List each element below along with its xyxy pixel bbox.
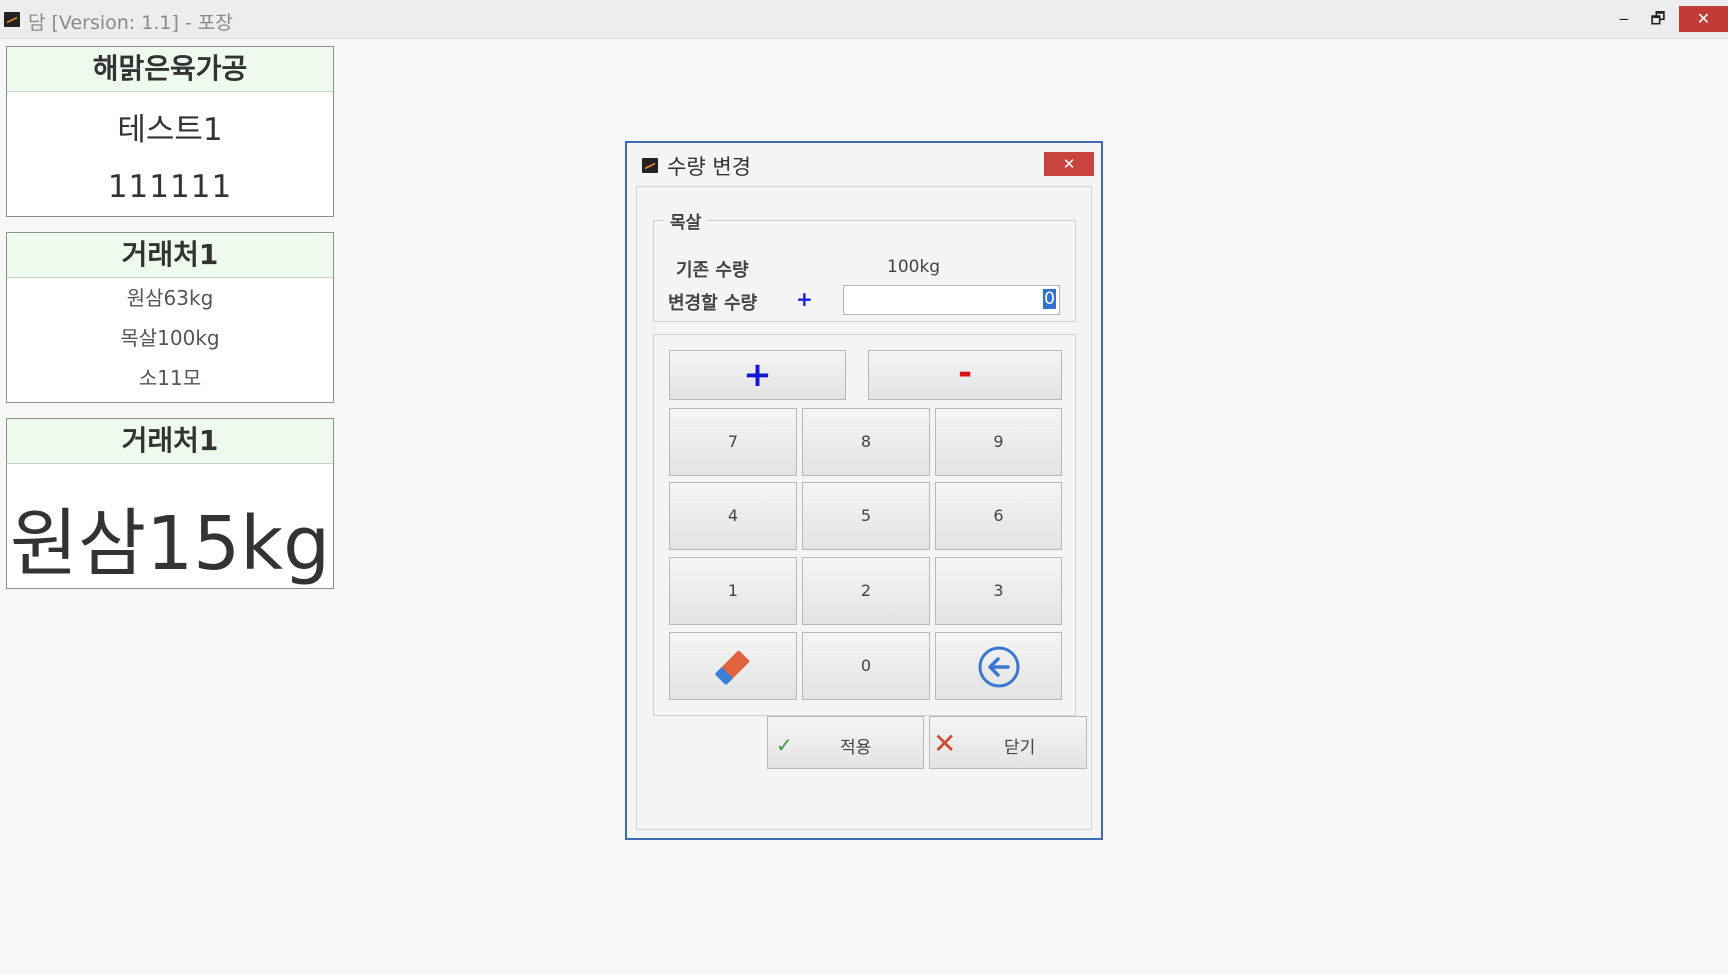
quantity-group: 목살 기존 수량 100kg 변경할 수량 + 0	[653, 208, 1076, 322]
group-label: 목살	[664, 208, 708, 233]
key-4[interactable]: 4	[669, 482, 797, 550]
restore-button[interactable]: 🗗	[1641, 6, 1675, 32]
minimize-button[interactable]: ‒	[1607, 6, 1641, 32]
backspace-button[interactable]	[935, 632, 1062, 700]
dialog-title: 수량 변경	[667, 155, 751, 179]
list-item: 소11모	[138, 366, 202, 390]
change-qty-label: 변경할 수량	[668, 293, 758, 314]
eraser-icon	[715, 650, 750, 685]
key-7[interactable]: 7	[669, 408, 797, 476]
qty-input-value: 0	[1042, 288, 1057, 310]
app-icon	[4, 12, 20, 27]
x-icon: ✕	[933, 727, 957, 760]
company-header: 해맑은육가공	[7, 47, 333, 92]
dialog-app-icon	[642, 158, 658, 173]
list-item: 원삼63kg	[126, 286, 214, 310]
dialog-body: 목살 기존 수량 100kg 변경할 수량 + 0 + - 7 8 9 4 5 …	[636, 186, 1092, 830]
keypad: + - 7 8 9 4 5 6 1 2 3 0	[653, 334, 1076, 716]
key-5[interactable]: 5	[802, 482, 930, 550]
apply-button[interactable]: ✓ 적용	[767, 716, 924, 769]
dialog-close-button[interactable]: ✕	[1044, 152, 1094, 176]
key-0[interactable]: 0	[802, 632, 930, 700]
existing-qty-label: 기존 수량	[676, 260, 749, 281]
client-list-panel: 거래처1 원삼63kg 목살100kg 소11모	[6, 232, 334, 403]
window-title: 담 [Version: 1.1] - 포장	[28, 12, 233, 34]
key-6[interactable]: 6	[935, 482, 1062, 550]
current-item-display: 원삼15kg	[9, 501, 331, 587]
key-8[interactable]: 8	[802, 408, 930, 476]
existing-qty-value: 100kg	[887, 257, 941, 277]
key-3[interactable]: 3	[935, 557, 1062, 625]
key-1[interactable]: 1	[669, 557, 797, 625]
current-client-panel: 거래처1 원삼15kg	[6, 418, 334, 589]
company-panel: 해맑은육가공 테스트1 111111	[6, 46, 334, 217]
worker-name: 테스트1	[117, 112, 223, 148]
back-arrow-icon	[978, 646, 1019, 688]
check-icon: ✓	[776, 733, 793, 757]
close-window-button[interactable]: ✕	[1679, 6, 1728, 32]
key-9[interactable]: 9	[935, 408, 1062, 476]
apply-label: 적용	[840, 738, 872, 758]
clear-button[interactable]	[669, 632, 797, 700]
quantity-change-dialog: 수량 변경 ✕ 목살 기존 수량 100kg 변경할 수량 + 0 + - 7 …	[625, 141, 1103, 840]
close-label: 닫기	[1004, 738, 1036, 758]
plus-button[interactable]: +	[669, 350, 846, 400]
window-titlebar: 담 [Version: 1.1] - 포장 ‒ 🗗 ✕	[0, 0, 1728, 39]
close-button[interactable]: ✕ 닫기	[929, 716, 1087, 769]
key-2[interactable]: 2	[802, 557, 930, 625]
minus-button[interactable]: -	[868, 350, 1062, 400]
client-list-header: 거래처1	[7, 233, 333, 278]
worker-code: 111111	[107, 169, 233, 205]
change-qty-input[interactable]: 0	[843, 285, 1060, 315]
sign-indicator: +	[796, 287, 813, 311]
list-item: 목살100kg	[120, 326, 220, 350]
current-client-header: 거래처1	[7, 419, 333, 464]
